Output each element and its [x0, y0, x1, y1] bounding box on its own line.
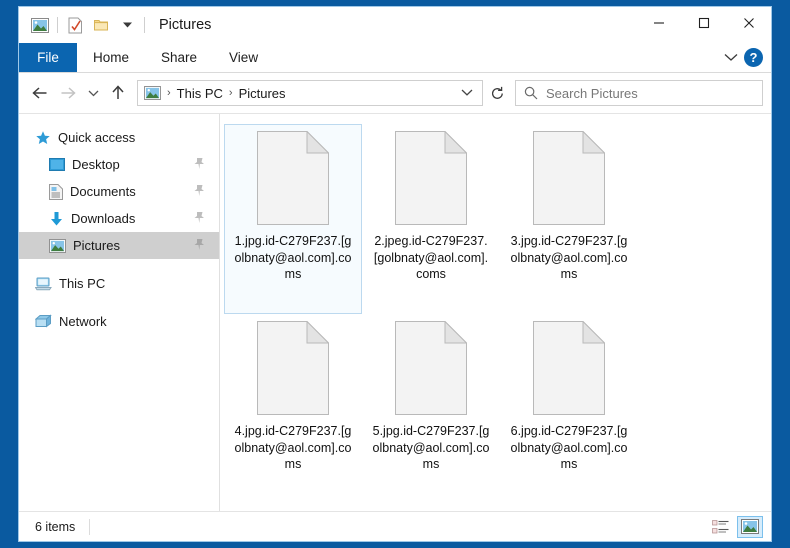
file-name: 5.jpg.id-C279F237.[golbnaty@aol.com].com… [372, 424, 490, 471]
file-name: 4.jpg.id-C279F237.[golbnaty@aol.com].com… [234, 424, 352, 471]
desktop-icon [49, 157, 65, 172]
pin-icon[interactable] [193, 211, 205, 227]
sidebar-item-label: Documents [70, 184, 136, 199]
file-item[interactable]: 5.jpg.id-C279F237.[golbnaty@aol.com].com… [362, 314, 500, 504]
sidebar-item-quick-access[interactable]: Quick access [19, 124, 219, 151]
refresh-button[interactable] [485, 80, 509, 106]
view-mode-buttons [707, 515, 763, 538]
generic-file-icon [533, 320, 606, 415]
status-separator [89, 518, 91, 535]
ribbon-tab-bar: File Home Share View ? [19, 43, 771, 73]
file-item[interactable]: 4.jpg.id-C279F237.[golbnaty@aol.com].com… [224, 314, 362, 504]
pin-icon[interactable] [193, 184, 205, 200]
address-dropdown-caret-icon[interactable] [456, 87, 478, 99]
new-folder-icon[interactable] [88, 12, 114, 38]
pin-icon[interactable] [193, 157, 205, 173]
breadcrumb-pictures[interactable]: Pictures [239, 86, 286, 101]
file-explorer-window: Pictures File Home Share View ? › This P… [18, 6, 772, 542]
generic-file-icon [395, 130, 468, 225]
file-name: 6.jpg.id-C279F237.[golbnaty@aol.com].com… [510, 424, 628, 471]
forward-button[interactable] [55, 80, 81, 106]
navigation-pane: Quick access Desktop Documents Downloads… [19, 114, 220, 511]
address-pictures-icon [144, 86, 161, 100]
breadcrumb-separator-1[interactable]: › [167, 87, 171, 99]
title-bar: Pictures [19, 7, 771, 43]
sidebar-gap-1 [19, 259, 219, 270]
minimize-button[interactable] [636, 7, 681, 38]
this-pc-icon [35, 277, 52, 291]
file-name: 1.jpg.id-C279F237.[golbnaty@aol.com].com… [234, 234, 352, 281]
generic-file-icon [257, 130, 330, 225]
large-icons-view-button[interactable] [737, 515, 763, 538]
sidebar-item-downloads[interactable]: Downloads [19, 205, 219, 232]
tab-share[interactable]: Share [145, 43, 213, 72]
file-grid: 1.jpg.id-C279F237.[golbnaty@aol.com].com… [220, 124, 771, 504]
sidebar-item-network[interactable]: Network [19, 308, 219, 335]
properties-icon[interactable] [62, 12, 88, 38]
tab-file[interactable]: File [19, 43, 77, 72]
documents-icon [49, 183, 63, 200]
search-icon [524, 86, 538, 100]
tab-view[interactable]: View [213, 43, 274, 72]
address-toolbar: › This PC › Pictures Search Pictures [19, 73, 771, 113]
breadcrumb-separator-2[interactable]: › [229, 87, 233, 99]
details-view-button[interactable] [707, 516, 733, 538]
customize-qat-caret-icon[interactable] [114, 12, 140, 38]
qat-title-separator [144, 17, 145, 33]
breadcrumb-this-pc[interactable]: This PC [177, 86, 223, 101]
explorer-body: pcrisk.com Quick access Desktop [19, 113, 771, 511]
status-bar: 6 items [19, 511, 771, 541]
window-controls [636, 7, 771, 43]
generic-file-icon [395, 320, 468, 415]
help-icon[interactable]: ? [744, 48, 763, 67]
sidebar-item-label: Downloads [71, 211, 136, 226]
sidebar-item-documents[interactable]: Documents [19, 178, 219, 205]
back-button[interactable] [27, 80, 53, 106]
sidebar-item-label: Desktop [72, 157, 120, 172]
address-bar[interactable]: › This PC › Pictures [137, 80, 483, 106]
generic-file-icon [533, 130, 606, 225]
maximize-button[interactable] [681, 7, 726, 38]
tab-home[interactable]: Home [77, 43, 145, 72]
file-name: 3.jpg.id-C279F237.[golbnaty@aol.com].com… [510, 234, 628, 281]
qat-separator [57, 17, 58, 33]
file-item[interactable]: 2.jpeg.id-C279F237.[golbnaty@aol.com].co… [362, 124, 500, 314]
file-name: 2.jpeg.id-C279F237.[golbnaty@aol.com].co… [373, 234, 489, 281]
star-icon [35, 130, 51, 146]
item-count-label: 6 items [35, 519, 76, 534]
pin-icon[interactable] [193, 238, 205, 254]
sidebar-item-label: Quick access [58, 130, 136, 145]
file-list-view[interactable]: 1.jpg.id-C279F237.[golbnaty@aol.com].com… [220, 114, 771, 511]
search-box[interactable]: Search Pictures [515, 80, 763, 106]
sidebar-item-label: Network [59, 314, 107, 329]
file-item[interactable]: 3.jpg.id-C279F237.[golbnaty@aol.com].com… [500, 124, 638, 314]
generic-file-icon [257, 320, 330, 415]
network-icon [35, 314, 52, 329]
sidebar-item-this-pc[interactable]: This PC [19, 270, 219, 297]
sidebar-item-label: This PC [59, 276, 106, 291]
sidebar-item-label: Pictures [73, 238, 120, 253]
sidebar-gap-2 [19, 297, 219, 308]
search-input[interactable]: Search Pictures [546, 86, 638, 101]
file-item[interactable]: 1.jpg.id-C279F237.[golbnaty@aol.com].com… [224, 124, 362, 314]
file-item[interactable]: 6.jpg.id-C279F237.[golbnaty@aol.com].com… [500, 314, 638, 504]
chevron-down-icon[interactable] [724, 49, 738, 67]
pictures-icon [49, 238, 66, 253]
close-button[interactable] [726, 7, 771, 38]
downloads-icon [49, 211, 64, 227]
sidebar-item-pictures[interactable]: Pictures [19, 232, 219, 259]
sidebar-item-desktop[interactable]: Desktop [19, 151, 219, 178]
up-button[interactable] [105, 80, 131, 106]
quick-access-toolbar [27, 12, 149, 38]
desktop-background: Pictures File Home Share View ? › This P… [0, 0, 790, 548]
recent-locations-caret-icon[interactable] [83, 80, 103, 106]
pictures-folder-icon[interactable] [27, 12, 53, 38]
ribbon-right-controls: ? [724, 43, 771, 72]
window-title: Pictures [159, 17, 212, 33]
